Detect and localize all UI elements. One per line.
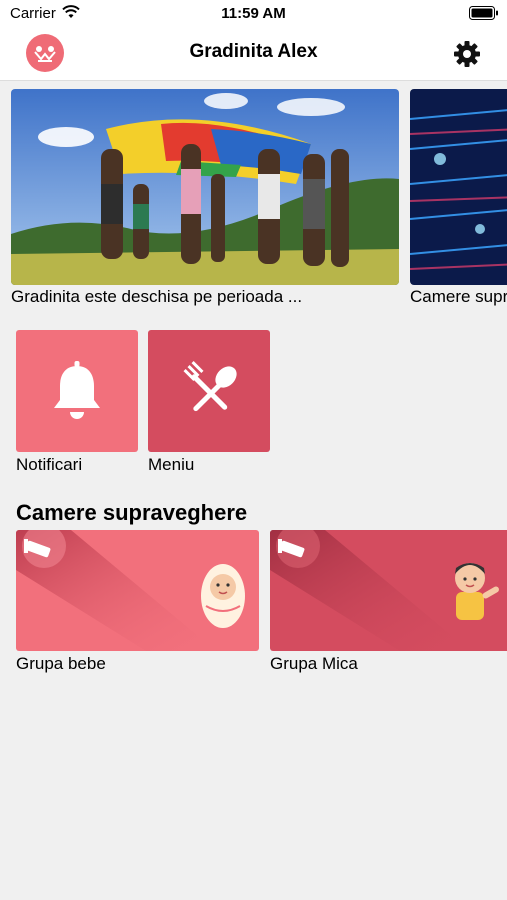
banner-server-photo[interactable]: [410, 89, 507, 285]
fork-spoon-icon: [183, 360, 237, 412]
cameras-section-title: Camere supraveghere: [16, 500, 248, 525]
clock: 11:59 AM: [221, 5, 286, 22]
notifications-label: Notificari: [16, 455, 83, 474]
banner-caption[interactable]: Gradinita este deschisa pe perioada ...: [11, 287, 399, 307]
page-title: Gradinita Alex: [189, 41, 318, 62]
status-bar: Carrier 11:59 AM: [0, 0, 507, 28]
nav-bar: Gradinita Alex: [0, 28, 507, 81]
banner-kids-photo[interactable]: [11, 89, 399, 285]
battery-icon: [469, 6, 498, 20]
bell-icon: [54, 361, 100, 419]
camera-label-grupa-mica: Grupa Mica: [270, 654, 358, 673]
menu-tile[interactable]: [148, 330, 270, 452]
camera-card-grupa-mica[interactable]: [270, 530, 507, 651]
notifications-tile[interactable]: [16, 330, 138, 452]
baby-icon: [201, 564, 245, 628]
banner-caption[interactable]: Camere supraveghere: [410, 287, 507, 307]
camera-label-grupa-bebe: Grupa bebe: [16, 654, 106, 673]
child-icon: [455, 563, 499, 620]
menu-label: Meniu: [148, 455, 195, 474]
gear-icon[interactable]: [452, 39, 482, 69]
camera-card-grupa-bebe[interactable]: [16, 530, 259, 651]
